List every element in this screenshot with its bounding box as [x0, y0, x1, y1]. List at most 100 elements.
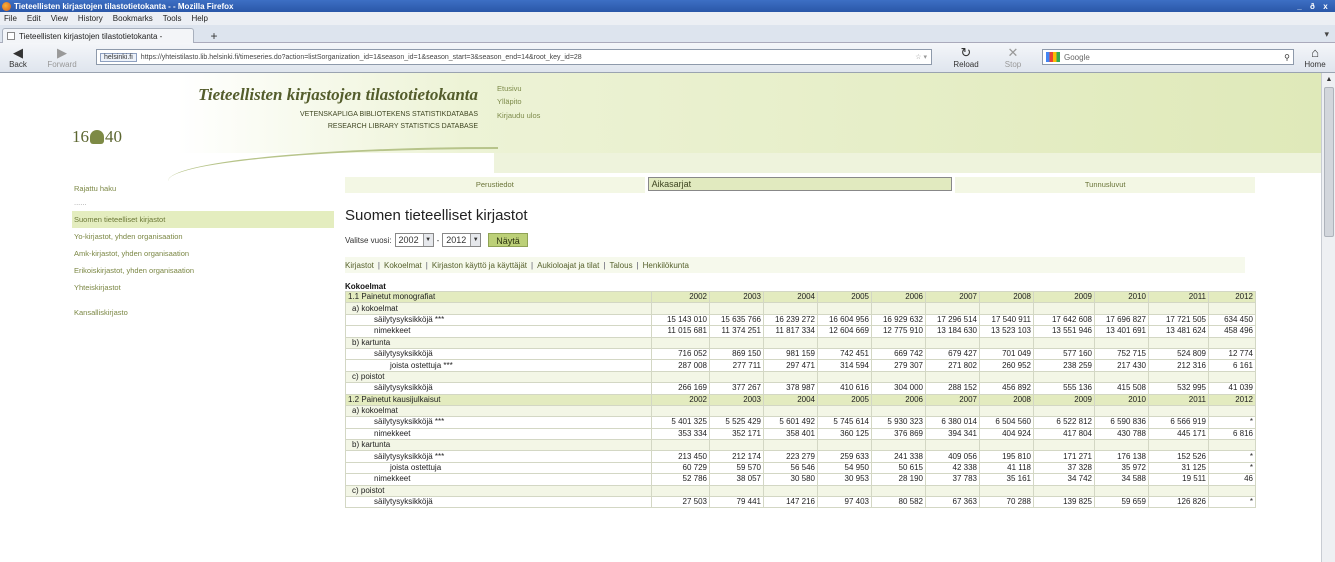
table-cell [1033, 370, 1095, 384]
table-cell: 5 601 492 [763, 416, 818, 429]
table-cell [979, 439, 1034, 452]
back-button[interactable]: ◀ Back [4, 46, 32, 70]
table-cell: 152 526 [1148, 450, 1209, 463]
row-label: 1.2 Painetut kausijulkaisut [345, 393, 652, 406]
table-cell: 35 972 [1094, 461, 1149, 475]
url-text[interactable]: https://yhteistilasto.lib.helsinki.fi/ti… [141, 54, 582, 61]
menu-help[interactable]: Help [191, 14, 207, 23]
menu-history[interactable]: History [78, 14, 103, 23]
subnav-kokoelmat[interactable]: Kokoelmat [384, 261, 422, 270]
row-label: säilytysyksikköjä [345, 347, 652, 361]
sidebar-item-erikoiskirjastot[interactable]: Erikoiskirjastot, yhden organisaation [72, 262, 334, 279]
table-cell: 869 150 [709, 347, 764, 361]
browser-tab[interactable]: Tieteellisten kirjastojen tilastotietoka… [2, 28, 194, 43]
tab-aikasarjat[interactable]: Aikasarjat [647, 177, 953, 191]
table-cell: 555 136 [1033, 382, 1095, 395]
subnav-henkilokunta[interactable]: Henkilökunta [643, 261, 689, 270]
table-cell: 2006 [871, 393, 926, 406]
sidebar-item-yhteiskirjastot[interactable]: Yhteiskirjastot [72, 279, 334, 296]
table-cell: * [1208, 496, 1256, 509]
subnav-kirjastot[interactable]: Kirjastot [345, 261, 374, 270]
tab-bar: Tieteellisten kirjastojen tilastotietoka… [0, 25, 1335, 43]
tab-tunnusluvut[interactable]: Tunnusluvut [955, 177, 1256, 193]
firefox-icon [2, 1, 11, 11]
search-icon[interactable]: ⚲ [1284, 53, 1293, 62]
table-cell: 17 696 827 [1094, 313, 1149, 327]
table-cell: 410 616 [817, 382, 872, 395]
search-bar[interactable]: Google ⚲ [1042, 49, 1294, 65]
sidebar-item-amk-kirjastot[interactable]: Amk-kirjastot, yhden organisaation [72, 245, 334, 262]
minimize-icon[interactable]: _ [1294, 2, 1305, 11]
table-cell: 37 783 [925, 473, 980, 486]
year-prompt-label: Valitse vuosi: [345, 235, 392, 245]
table-cell: 2009 [1033, 393, 1095, 406]
subnav-aukioloajat[interactable]: Aukioloajat ja tilat [537, 261, 599, 270]
table-cell: 2002 [651, 290, 710, 304]
address-bar[interactable]: helsinki.fi https://yhteistilasto.lib.he… [96, 49, 932, 65]
table-cell: 701 049 [979, 347, 1034, 361]
table-cell: 2004 [763, 290, 818, 304]
menu-edit[interactable]: Edit [27, 14, 41, 23]
forward-button[interactable]: ▶ Forward [42, 46, 82, 70]
reload-icon: ↻ [960, 45, 972, 60]
scroll-up-icon[interactable]: ▲ [1322, 73, 1335, 86]
year-start-select[interactable]: 2002 ▼ [394, 233, 434, 247]
close-window-icon[interactable]: x [1320, 2, 1331, 11]
menu-tools[interactable]: Tools [163, 14, 182, 23]
table-cell [1033, 336, 1095, 349]
table-cell: 2012 [1208, 393, 1256, 406]
row-label: a) kokoelmat [345, 404, 652, 418]
sidebar-item-rajattu-haku[interactable]: Rajattu haku [72, 180, 334, 197]
table-cell [763, 484, 818, 498]
table-row: nimekkeet 52 786 38 057 30 580 30 953 28 190 3… [345, 473, 1256, 486]
sidebar-item-yo-kirjastot[interactable]: Yo-kirjastot, yhden organisaation [72, 228, 334, 245]
menu-view[interactable]: View [51, 14, 68, 23]
menu-file[interactable]: File [4, 14, 17, 23]
table-cell: 2008 [979, 393, 1034, 406]
table-cell [925, 302, 980, 315]
table-cell [925, 336, 980, 349]
google-engine-icon[interactable] [1046, 52, 1060, 62]
home-button[interactable]: ⌂ Home [1300, 46, 1330, 70]
table-cell: 2005 [817, 290, 872, 304]
list-tabs-icon[interactable]: ▾ [1324, 29, 1329, 40]
section-heading: Kokoelmat [345, 282, 386, 291]
maximize-icon[interactable]: ð [1307, 2, 1318, 11]
table-cell: 126 826 [1148, 496, 1209, 509]
subnav-talous[interactable]: Talous [609, 261, 632, 270]
top-link-kirjaudu-ulos[interactable]: Kirjaudu ulos [497, 111, 540, 120]
table-cell: 2011 [1148, 393, 1209, 406]
page-title: Suomen tieteelliset kirjastot [345, 207, 528, 224]
page-scrollbar[interactable]: ▲ [1321, 73, 1335, 562]
sidebar-item-kansalliskirjasto[interactable]: Kansalliskirjasto [72, 304, 334, 321]
subnav-kaytto[interactable]: Kirjaston käyttö ja käyttäjät [432, 261, 527, 270]
scroll-thumb[interactable] [1324, 87, 1334, 237]
row-label: joista ostettuja *** [345, 359, 652, 372]
table-cell [871, 439, 926, 452]
show-button[interactable]: Näytä [488, 233, 528, 247]
main-tabs: Perustiedot Aikasarjat Tunnusluvut [345, 177, 1256, 193]
bookmark-star-icon[interactable]: ☆ ▾ [915, 53, 931, 61]
table-cell: 54 950 [817, 461, 872, 475]
sidebar-item-suomen-tieteelliset[interactable]: Suomen tieteelliset kirjastot [72, 211, 334, 228]
top-link-yllapito[interactable]: Ylläpito [497, 97, 522, 106]
table-cell [651, 370, 710, 384]
reload-button[interactable]: ↻ Reload [950, 45, 982, 70]
table-cell: 5 745 614 [817, 416, 872, 429]
top-link-etusivu[interactable]: Etusivu [497, 84, 522, 93]
statistics-table: 1.1 Painetut monografiat 2002 2003 2004 2005… [345, 290, 1256, 509]
site-logo[interactable]: 16 40 [72, 127, 122, 147]
year-end-select[interactable]: 2012 ▼ [442, 233, 482, 247]
table-cell: 97 403 [817, 496, 872, 509]
table-cell [1094, 439, 1149, 452]
table-cell [817, 484, 872, 498]
menu-bookmarks[interactable]: Bookmarks [113, 14, 153, 23]
stop-button[interactable]: ✕ Stop [1000, 46, 1026, 70]
table-cell: 259 633 [817, 450, 872, 463]
site-identity-button[interactable]: helsinki.fi [100, 52, 137, 62]
new-tab-button[interactable]: + [206, 30, 222, 42]
row-label: säilytysyksikköjä *** [345, 450, 652, 463]
table-cell: 13 184 630 [925, 325, 980, 338]
tab-perustiedot[interactable]: Perustiedot [345, 177, 645, 193]
table-cell: 15 143 010 [651, 313, 710, 327]
